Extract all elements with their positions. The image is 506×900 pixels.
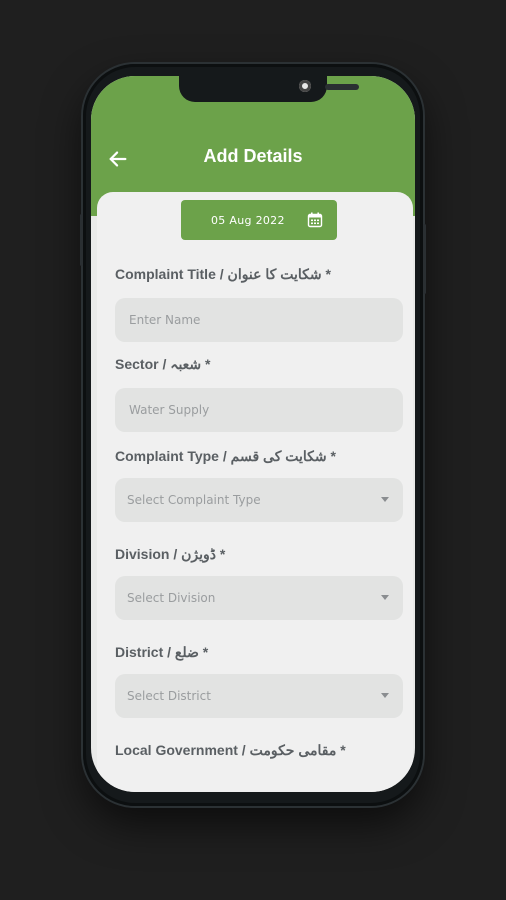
power-button: [423, 224, 426, 294]
complaint-title-input[interactable]: Enter Name: [115, 298, 403, 342]
sector-label: Sector / شعبہ *: [115, 356, 211, 372]
division-label: Division / ڈویژن *: [115, 546, 226, 562]
division-select[interactable]: Select Division: [115, 576, 403, 620]
date-value: 05 Aug 2022: [211, 213, 285, 227]
district-value: Select District: [127, 689, 211, 703]
sector-input[interactable]: Water Supply: [115, 388, 403, 432]
chevron-down-icon: [381, 497, 389, 502]
phone-frame: Add Details 05 Aug 2022 Complaint Title …: [80, 64, 426, 806]
app-screen: Add Details 05 Aug 2022 Complaint Title …: [91, 76, 415, 792]
chevron-down-icon: [381, 595, 389, 600]
form-card: 05 Aug 2022 Complaint Title / شکایت کا ع…: [97, 192, 413, 792]
speaker-grille: [325, 84, 359, 90]
page-title: Add Details: [203, 146, 303, 166]
notch: [179, 76, 359, 102]
local-government-label: Local Government / مقامی حکومت *: [115, 742, 346, 758]
volume-button: [80, 214, 83, 266]
district-label: District / ضلع *: [115, 644, 209, 660]
calendar-icon: [307, 212, 323, 228]
complaint-type-label: Complaint Type / شکایت کی قسم *: [115, 448, 336, 464]
date-picker-button[interactable]: 05 Aug 2022: [181, 200, 337, 240]
front-camera: [299, 80, 311, 92]
complaint-type-select[interactable]: Select Complaint Type: [115, 478, 403, 522]
complaint-title-label: Complaint Title / شکایت کا عنوان *: [115, 266, 331, 282]
complaint-type-value: Select Complaint Type: [127, 493, 261, 507]
chevron-down-icon: [381, 693, 389, 698]
district-select[interactable]: Select District: [115, 674, 403, 718]
division-value: Select Division: [127, 591, 216, 605]
